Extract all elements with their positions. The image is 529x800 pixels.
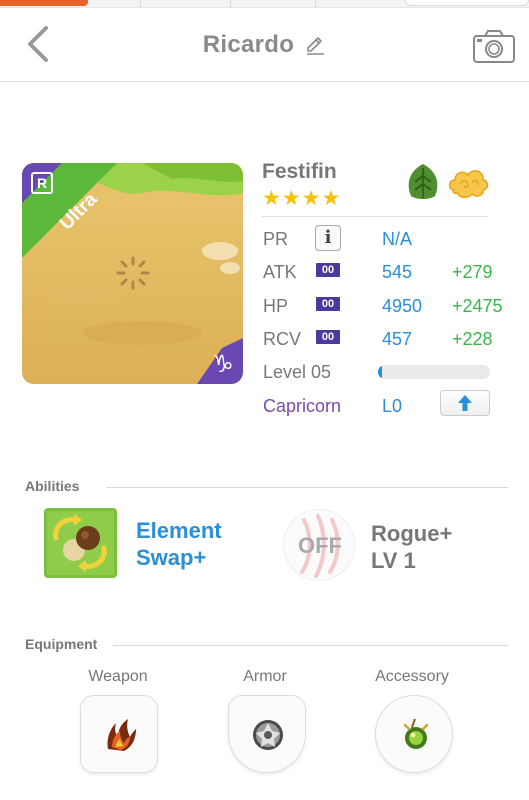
accessory-slot[interactable] <box>375 695 453 773</box>
rcv-plus-badge: 00 <box>316 330 340 344</box>
armor-label: Armor <box>243 668 287 685</box>
arrow-up-icon <box>458 395 472 411</box>
element-swap-icon[interactable] <box>44 508 117 578</box>
off-status-label: OFF <box>298 533 342 558</box>
green-charm-icon <box>403 718 429 749</box>
leaf-icon <box>408 164 438 199</box>
monster-card[interactable]: R Ultra ♑ <box>22 163 243 384</box>
hp-label: HP <box>263 296 289 316</box>
accessory-label: Accessory <box>375 668 449 685</box>
header-bar: Ricardo <box>0 8 529 82</box>
rogue-ability-name[interactable]: Rogue+ LV 1 <box>371 520 452 574</box>
divider <box>315 0 316 7</box>
page-title: Ricardo <box>202 31 295 58</box>
rcv-bonus: +228 <box>452 329 493 349</box>
abilities-divider <box>106 487 508 488</box>
monster-name: Festifin <box>262 160 337 183</box>
top-status-strip <box>0 0 529 8</box>
back-chevron-icon[interactable] <box>22 24 56 64</box>
rogue-ability-off-badge[interactable]: OFF <box>283 509 355 581</box>
capricorn-level: L0 <box>382 396 403 416</box>
orange-tab-indicator[interactable] <box>0 0 88 6</box>
divider <box>230 0 231 7</box>
rarity-stars: ★★★★ <box>262 187 342 210</box>
title-group: Ricardo <box>0 8 529 82</box>
atk-plus-badge: 00 <box>316 263 340 277</box>
atk-value: 545 <box>382 262 413 282</box>
rogue-line1: Rogue+ <box>371 521 453 546</box>
hp-plus-badge: 00 <box>316 297 340 311</box>
atk-bonus: +279 <box>452 262 493 282</box>
element-swap-line1: Element <box>136 518 222 543</box>
equipment-section-label: Equipment <box>25 636 98 652</box>
pr-label: PR <box>263 229 289 249</box>
equipment-divider <box>113 645 508 646</box>
weapon-label: Weapon <box>88 668 148 685</box>
rogue-line2: LV 1 <box>371 548 416 573</box>
currency-pill[interactable] <box>405 0 529 6</box>
cloud-icon <box>448 170 489 198</box>
weapon-slot[interactable] <box>80 695 158 773</box>
level-progress-fill <box>378 365 383 379</box>
claw-weapon-icon <box>107 719 136 751</box>
abilities-section-label: Abilities <box>25 478 80 494</box>
info-icon[interactable]: i <box>315 225 341 251</box>
camera-icon[interactable] <box>472 28 516 64</box>
zodiac-capricorn-icon: ♑ <box>212 350 234 378</box>
hp-value: 4950 <box>382 296 423 316</box>
armor-slot[interactable] <box>228 695 306 773</box>
level-progress-bar <box>378 365 490 379</box>
edit-pencil-icon[interactable] <box>304 34 326 56</box>
name-divider <box>262 216 488 217</box>
atk-label: ATK <box>263 262 297 282</box>
upgrade-button[interactable] <box>440 390 490 416</box>
capricorn-label[interactable]: Capricorn <box>263 396 341 417</box>
level-label: Level 05 <box>263 362 332 382</box>
element-swap-line2: Swap+ <box>136 545 207 570</box>
rcv-value: 457 <box>382 329 413 349</box>
divider <box>140 0 141 7</box>
hp-bonus: +2475 <box>452 296 503 316</box>
rcv-label: RCV <box>263 329 302 349</box>
element-swap-name[interactable]: Element Swap+ <box>136 517 222 571</box>
pr-value: N/A <box>382 229 413 249</box>
shield-orb-icon <box>253 720 283 750</box>
rarity-badge: R <box>31 172 53 194</box>
